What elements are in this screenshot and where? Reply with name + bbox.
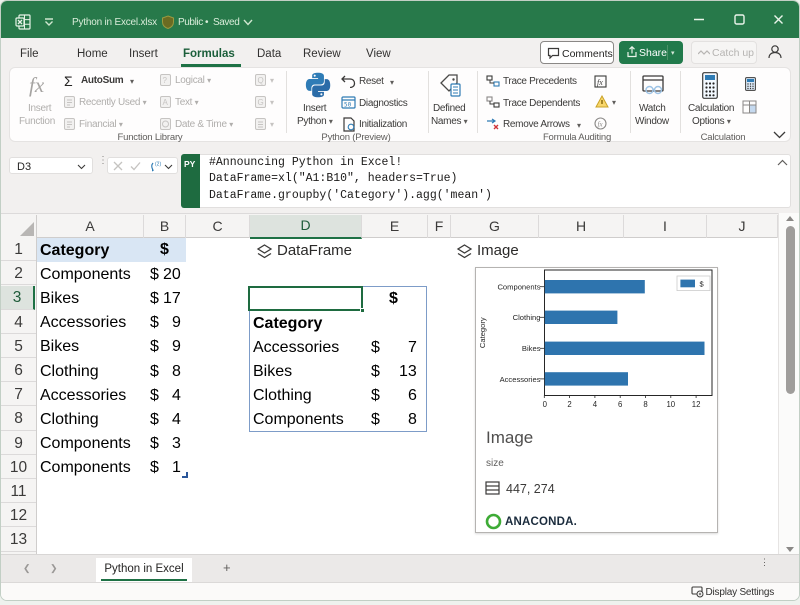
svg-text:Clothing: Clothing — [513, 313, 541, 322]
svg-text:12: 12 — [692, 400, 701, 409]
svg-text:Category: Category — [478, 317, 487, 348]
svg-text:10: 10 — [666, 400, 675, 409]
svg-text:8: 8 — [643, 400, 647, 409]
svg-text:(2): (2) — [155, 162, 161, 168]
svg-text:50: 50 — [344, 102, 352, 109]
svg-text:Bikes: Bikes — [522, 344, 541, 353]
svg-text:A: A — [163, 98, 169, 107]
svg-text:?: ? — [163, 76, 168, 85]
svg-text:G: G — [258, 98, 264, 107]
svg-text:Components: Components — [497, 283, 540, 292]
svg-text:6: 6 — [618, 400, 622, 409]
svg-text:0: 0 — [543, 400, 548, 409]
svg-text:4: 4 — [593, 400, 598, 409]
svg-text:Q: Q — [258, 76, 264, 85]
svg-text:fx: fx — [598, 121, 604, 129]
svg-text:fx: fx — [597, 78, 603, 87]
svg-text:2: 2 — [567, 400, 571, 409]
svg-text:Accessories: Accessories — [500, 375, 541, 384]
